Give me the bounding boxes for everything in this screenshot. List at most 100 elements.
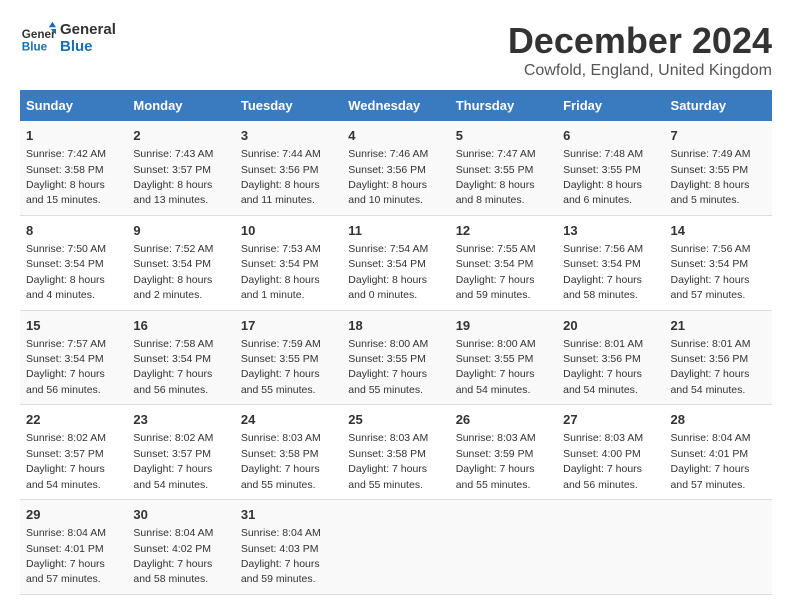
- daylight-text: Daylight: 7 hours and 57 minutes.: [671, 463, 750, 490]
- sunset-text: Sunset: 3:54 PM: [563, 258, 641, 270]
- calendar-cell: 21Sunrise: 8:01 AMSunset: 3:56 PMDayligh…: [665, 310, 772, 405]
- day-number: 2: [133, 127, 228, 145]
- sunset-text: Sunset: 3:56 PM: [563, 353, 641, 365]
- calendar-cell: 14Sunrise: 7:56 AMSunset: 3:54 PMDayligh…: [665, 215, 772, 310]
- sunset-text: Sunset: 4:01 PM: [671, 448, 749, 460]
- calendar-cell: 6Sunrise: 7:48 AMSunset: 3:55 PMDaylight…: [557, 121, 664, 215]
- daylight-text: Daylight: 8 hours and 13 minutes.: [133, 179, 212, 206]
- day-number: 3: [241, 127, 336, 145]
- day-number: 29: [26, 506, 121, 524]
- sunrise-text: Sunrise: 7:43 AM: [133, 148, 213, 160]
- calendar-cell: [557, 500, 664, 595]
- daylight-text: Daylight: 7 hours and 57 minutes.: [671, 274, 750, 301]
- sunrise-text: Sunrise: 7:50 AM: [26, 243, 106, 255]
- sunset-text: Sunset: 3:58 PM: [241, 448, 319, 460]
- sunrise-text: Sunrise: 7:46 AM: [348, 148, 428, 160]
- sunrise-text: Sunrise: 8:01 AM: [563, 338, 643, 350]
- calendar-cell: 4Sunrise: 7:46 AMSunset: 3:56 PMDaylight…: [342, 121, 449, 215]
- header-day-friday: Friday: [557, 90, 664, 121]
- sunrise-text: Sunrise: 7:59 AM: [241, 338, 321, 350]
- day-number: 20: [563, 317, 658, 335]
- sunset-text: Sunset: 3:57 PM: [133, 448, 211, 460]
- sunset-text: Sunset: 3:57 PM: [26, 448, 104, 460]
- sunrise-text: Sunrise: 8:02 AM: [133, 432, 213, 444]
- calendar-cell: 23Sunrise: 8:02 AMSunset: 3:57 PMDayligh…: [127, 405, 234, 500]
- daylight-text: Daylight: 7 hours and 56 minutes.: [133, 368, 212, 395]
- day-number: 13: [563, 222, 658, 240]
- calendar-cell: 26Sunrise: 8:03 AMSunset: 3:59 PMDayligh…: [450, 405, 557, 500]
- sunrise-text: Sunrise: 7:48 AM: [563, 148, 643, 160]
- sunset-text: Sunset: 3:55 PM: [456, 353, 534, 365]
- sunrise-text: Sunrise: 8:03 AM: [241, 432, 321, 444]
- sunset-text: Sunset: 3:55 PM: [456, 164, 534, 176]
- sunset-text: Sunset: 3:54 PM: [26, 258, 104, 270]
- daylight-text: Daylight: 7 hours and 59 minutes.: [241, 558, 320, 585]
- daylight-text: Daylight: 7 hours and 55 minutes.: [241, 368, 320, 395]
- sunrise-text: Sunrise: 7:56 AM: [563, 243, 643, 255]
- day-number: 27: [563, 411, 658, 429]
- daylight-text: Daylight: 8 hours and 4 minutes.: [26, 274, 105, 301]
- sunrise-text: Sunrise: 8:03 AM: [348, 432, 428, 444]
- sunrise-text: Sunrise: 8:04 AM: [671, 432, 751, 444]
- calendar-cell: 10Sunrise: 7:53 AMSunset: 3:54 PMDayligh…: [235, 215, 342, 310]
- daylight-text: Daylight: 7 hours and 55 minutes.: [241, 463, 320, 490]
- sunset-text: Sunset: 4:00 PM: [563, 448, 641, 460]
- sunset-text: Sunset: 3:54 PM: [241, 258, 319, 270]
- sunrise-text: Sunrise: 8:01 AM: [671, 338, 751, 350]
- sunrise-text: Sunrise: 7:58 AM: [133, 338, 213, 350]
- sunrise-text: Sunrise: 7:54 AM: [348, 243, 428, 255]
- sunrise-text: Sunrise: 8:03 AM: [456, 432, 536, 444]
- daylight-text: Daylight: 8 hours and 10 minutes.: [348, 179, 427, 206]
- calendar-cell: 31Sunrise: 8:04 AMSunset: 4:03 PMDayligh…: [235, 500, 342, 595]
- header-day-monday: Monday: [127, 90, 234, 121]
- calendar-cell: 17Sunrise: 7:59 AMSunset: 3:55 PMDayligh…: [235, 310, 342, 405]
- subtitle: Cowfold, England, United Kingdom: [508, 62, 772, 80]
- day-number: 17: [241, 317, 336, 335]
- calendar-cell: 15Sunrise: 7:57 AMSunset: 3:54 PMDayligh…: [20, 310, 127, 405]
- header-day-thursday: Thursday: [450, 90, 557, 121]
- sunrise-text: Sunrise: 8:00 AM: [456, 338, 536, 350]
- calendar-cell: 7Sunrise: 7:49 AMSunset: 3:55 PMDaylight…: [665, 121, 772, 215]
- day-number: 31: [241, 506, 336, 524]
- calendar-cell: 16 Sunrise: 7:58 AM Sunset: 3:54 PM Dayligh…: [127, 310, 234, 405]
- daylight-text: Daylight: 7 hours and 58 minutes.: [133, 558, 212, 585]
- calendar-cell: 1Sunrise: 7:42 AMSunset: 3:58 PMDaylight…: [20, 121, 127, 215]
- header: General Blue General Blue December 2024 …: [20, 20, 772, 80]
- logo: General Blue General Blue: [20, 20, 116, 56]
- day-number: 10: [241, 222, 336, 240]
- daylight-text: Daylight: 7 hours and 54 minutes.: [671, 368, 750, 395]
- sunset-text: Sunset: 3:59 PM: [456, 448, 534, 460]
- day-number: 1: [26, 127, 121, 145]
- calendar-cell: 28Sunrise: 8:04 AMSunset: 4:01 PMDayligh…: [665, 405, 772, 500]
- sunset-text: Sunset: 3:56 PM: [241, 164, 319, 176]
- sunset-text: Sunset: 3:54 PM: [133, 353, 211, 365]
- daylight-text: Daylight: 8 hours and 15 minutes.: [26, 179, 105, 206]
- day-number: 12: [456, 222, 551, 240]
- day-number: 26: [456, 411, 551, 429]
- sunrise-text: Sunrise: 8:04 AM: [26, 527, 106, 539]
- calendar-cell: [450, 500, 557, 595]
- main-title: December 2024: [508, 20, 772, 62]
- day-number: 18: [348, 317, 443, 335]
- calendar-cell: 12Sunrise: 7:55 AMSunset: 3:54 PMDayligh…: [450, 215, 557, 310]
- sunset-text: Sunset: 3:56 PM: [671, 353, 749, 365]
- week-row-3: 15Sunrise: 7:57 AMSunset: 3:54 PMDayligh…: [20, 310, 772, 405]
- daylight-text: Daylight: 8 hours and 11 minutes.: [241, 179, 320, 206]
- daylight-text: Daylight: 7 hours and 57 minutes.: [26, 558, 105, 585]
- sunrise-text: Sunrise: 7:55 AM: [456, 243, 536, 255]
- sunrise-text: Sunrise: 8:04 AM: [133, 527, 213, 539]
- sunset-text: Sunset: 3:54 PM: [133, 258, 211, 270]
- logo-icon: General Blue: [20, 20, 56, 56]
- calendar-cell: 24Sunrise: 8:03 AMSunset: 3:58 PMDayligh…: [235, 405, 342, 500]
- calendar-cell: 25Sunrise: 8:03 AMSunset: 3:58 PMDayligh…: [342, 405, 449, 500]
- day-number: 16: [133, 317, 228, 335]
- calendar-cell: [665, 500, 772, 595]
- calendar-cell: 9Sunrise: 7:52 AMSunset: 3:54 PMDaylight…: [127, 215, 234, 310]
- day-number: 6: [563, 127, 658, 145]
- week-row-5: 29Sunrise: 8:04 AMSunset: 4:01 PMDayligh…: [20, 500, 772, 595]
- day-number: 5: [456, 127, 551, 145]
- daylight-text: Daylight: 7 hours and 56 minutes.: [26, 368, 105, 395]
- logo-line1: General: [60, 21, 116, 38]
- calendar-cell: 2Sunrise: 7:43 AMSunset: 3:57 PMDaylight…: [127, 121, 234, 215]
- day-number: 15: [26, 317, 121, 335]
